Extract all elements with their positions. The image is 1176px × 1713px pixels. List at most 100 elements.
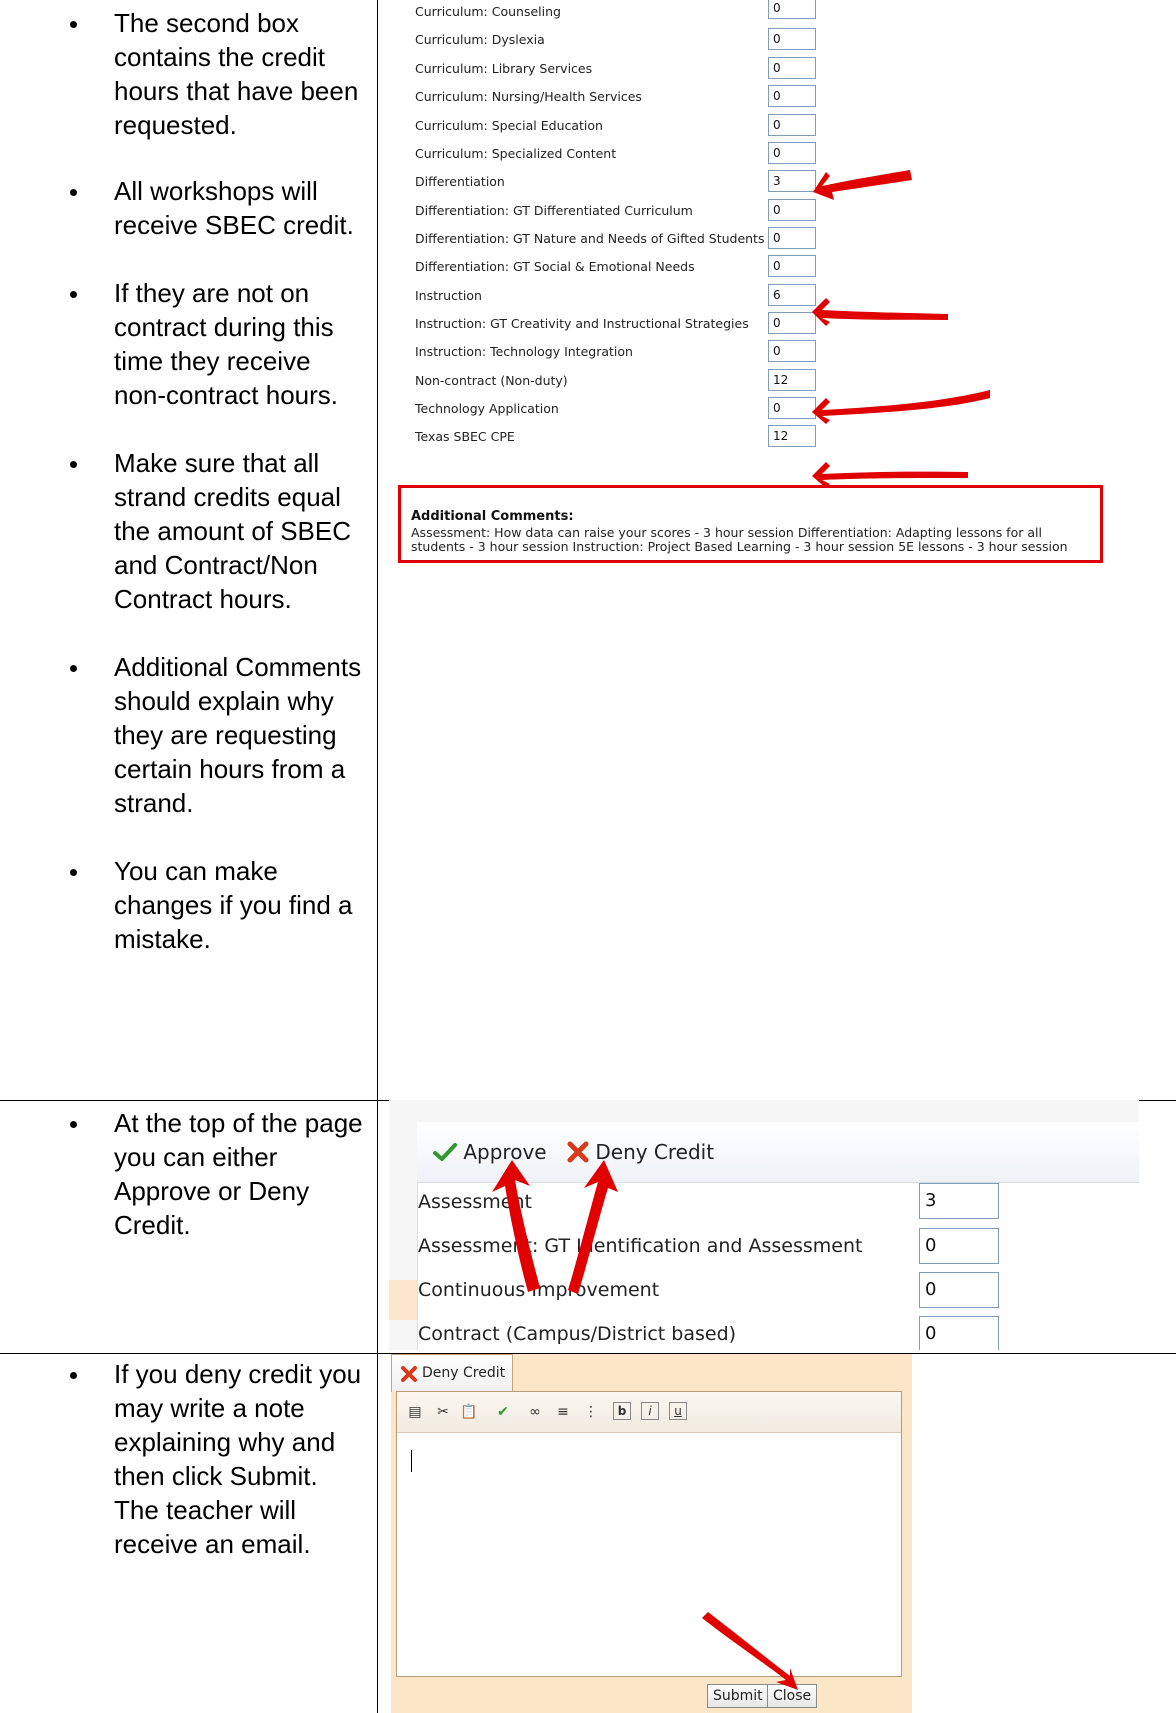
bullet-icon xyxy=(70,291,77,298)
instruction-list: The second box contains the credit hours… xyxy=(0,6,364,956)
bullet-icon xyxy=(70,1121,77,1128)
instruction-list: If you deny credit you may write a note … xyxy=(0,1357,364,1561)
strand-hours-field[interactable]: 0 xyxy=(919,1272,999,1308)
strand-label: Instruction: Technology Integration xyxy=(415,344,633,359)
deny-credit-tab[interactable]: Deny Credit xyxy=(391,1354,513,1392)
bullet-icon xyxy=(70,665,77,672)
strand-hours-field[interactable]: 0 xyxy=(768,312,816,334)
strand-hours-field[interactable]: 0 xyxy=(919,1228,999,1264)
strand-label: Curriculum: Counseling xyxy=(415,4,561,19)
additional-comments-text: Assessment: How data can raise your scor… xyxy=(411,525,1068,554)
strand-hours-field[interactable]: 0 xyxy=(768,227,816,249)
strand-hours-field[interactable]: 0 xyxy=(768,114,816,136)
instruction-item: Make sure that all strand credits equal … xyxy=(0,446,364,616)
ordered-list-icon[interactable]: ≡ xyxy=(553,1402,573,1422)
bullet-icon xyxy=(70,461,77,468)
note-editor[interactable]: ▤ ✂ 📋 ✔ ∞ ≡ ⋮ b i u xyxy=(396,1391,902,1677)
strand-hours-field[interactable]: 0 xyxy=(768,142,816,164)
strand-label: Non-contract (Non-duty) xyxy=(415,373,568,388)
strand-hours-field[interactable]: 0 xyxy=(768,340,816,362)
deny-credit-label: Deny Credit xyxy=(595,1140,715,1164)
instruction-item: At the top of the page you can either Ap… xyxy=(0,1106,364,1242)
strand-hours-field[interactable]: 0 xyxy=(768,85,816,107)
instruction-text: All workshops will receive SBEC credit. xyxy=(114,176,354,240)
approval-toolbar: Approve Deny Credit xyxy=(417,1122,1139,1183)
underline-icon[interactable]: u xyxy=(669,1402,687,1420)
paste-word-icon[interactable]: ▤ xyxy=(405,1402,425,1422)
strand-hours-field[interactable]: 0 xyxy=(768,0,816,19)
submit-button[interactable]: Submit xyxy=(707,1684,769,1708)
approve-label: Approve xyxy=(463,1140,547,1164)
instruction-text: Additional Comments should explain why t… xyxy=(114,652,362,818)
strand-hours-field[interactable]: 0 xyxy=(768,199,816,221)
strand-hours-field[interactable]: 0 xyxy=(768,57,816,79)
strand-hours-field[interactable]: 0 xyxy=(919,1316,999,1350)
instruction-text: Make sure that all strand credits equal … xyxy=(114,448,352,614)
instruction-item: Additional Comments should explain why t… xyxy=(0,650,364,820)
strand-hours-field[interactable]: 12 xyxy=(768,369,816,391)
deny-credit-tab-label: Deny Credit xyxy=(422,1365,506,1381)
spellcheck-icon[interactable]: ✔ xyxy=(493,1402,513,1422)
cut-icon[interactable]: ✂ xyxy=(433,1402,453,1422)
strand-label: Curriculum: Specialized Content xyxy=(415,146,617,161)
link-icon[interactable]: ∞ xyxy=(525,1402,545,1422)
strand-hours-field[interactable]: 0 xyxy=(768,28,816,50)
strand-label: Assessment: GT Identification and Assess… xyxy=(418,1235,863,1257)
strand-hours-field[interactable]: 0 xyxy=(768,255,816,277)
deny-credit-button[interactable]: Deny Credit xyxy=(567,1140,714,1164)
deny-x-icon xyxy=(567,1141,589,1163)
strand-label: Instruction xyxy=(415,288,482,303)
strand-label: Differentiation: GT Social & Emotional N… xyxy=(415,259,695,274)
document-page: The second box contains the credit hours… xyxy=(0,0,1176,1713)
strand-hours-field[interactable]: 6 xyxy=(768,284,816,306)
approval-panel: Approve Deny Credit Assessment 3 Assessm… xyxy=(389,1100,1139,1350)
strand-credit-panel: Curriculum: Counseling 0 Curriculum: Dys… xyxy=(378,0,1176,560)
bullet-icon xyxy=(70,869,77,876)
approval-strand-list: Assessment 3 Assessment: GT Identificati… xyxy=(417,1183,1139,1350)
instruction-text: If you deny credit you may write a note … xyxy=(114,1359,362,1559)
paste-icon[interactable]: 📋 xyxy=(459,1402,479,1422)
strand-hours-field[interactable]: 3 xyxy=(919,1183,999,1219)
instruction-text: You can make changes if you find a mista… xyxy=(114,856,353,954)
approve-button[interactable]: Approve xyxy=(433,1140,547,1164)
side-stripe xyxy=(389,1280,417,1320)
strand-label: Texas SBEC CPE xyxy=(415,429,515,444)
strand-label: Curriculum: Library Services xyxy=(415,61,593,76)
strand-label: Contract (Campus/District based) xyxy=(418,1323,737,1345)
unordered-list-icon[interactable]: ⋮ xyxy=(581,1402,601,1422)
strand-hours-field[interactable]: 3 xyxy=(768,170,816,192)
instruction-text: At the top of the page you can either Ap… xyxy=(114,1108,363,1240)
strand-label: Assessment xyxy=(418,1191,532,1213)
instruction-item: If they are not on contract during this … xyxy=(0,276,364,412)
strand-label: Curriculum: Special Education xyxy=(415,118,603,133)
instruction-item: All workshops will receive SBEC credit. xyxy=(0,174,364,242)
instruction-text: The second box contains the credit hours… xyxy=(114,8,359,140)
checkmark-icon xyxy=(433,1143,457,1161)
italic-icon[interactable]: i xyxy=(641,1402,659,1420)
strand-label: Curriculum: Nursing/Health Services xyxy=(415,89,642,104)
deny-x-icon xyxy=(401,1366,417,1382)
strand-label: Differentiation: GT Nature and Needs of … xyxy=(415,231,765,246)
editor-toolbar: ▤ ✂ 📋 ✔ ∞ ≡ ⋮ b i u xyxy=(397,1392,901,1433)
instruction-item: You can make changes if you find a mista… xyxy=(0,854,364,956)
strand-label: Continuous Improvement xyxy=(418,1279,660,1301)
bullet-icon xyxy=(70,1372,77,1379)
strand-hours-field[interactable]: 12 xyxy=(768,425,816,447)
deny-credit-dialog: Deny Credit ▤ ✂ 📋 ✔ ∞ ≡ ⋮ b i u Submit C… xyxy=(391,1354,912,1713)
strand-label: Differentiation xyxy=(415,174,505,189)
strand-hours-field[interactable]: 0 xyxy=(768,397,816,419)
close-button[interactable]: Close xyxy=(767,1684,818,1708)
instruction-text: If they are not on contract during this … xyxy=(114,278,339,410)
text-caret xyxy=(411,1450,412,1472)
instruction-list: At the top of the page you can either Ap… xyxy=(0,1106,364,1242)
strand-label: Differentiation: GT Differentiated Curri… xyxy=(415,203,693,218)
instruction-item: The second box contains the credit hours… xyxy=(0,6,364,142)
bullet-icon xyxy=(70,21,77,28)
bold-icon[interactable]: b xyxy=(613,1402,631,1420)
additional-comments-title: Additional Comments: xyxy=(411,509,574,524)
strand-label: Curriculum: Dyslexia xyxy=(415,32,545,47)
additional-comments-box: Additional Comments: Assessment: How dat… xyxy=(398,485,1103,563)
bullet-icon xyxy=(70,189,77,196)
instruction-item: If you deny credit you may write a note … xyxy=(0,1357,364,1561)
strand-label: Instruction: GT Creativity and Instructi… xyxy=(415,316,749,331)
